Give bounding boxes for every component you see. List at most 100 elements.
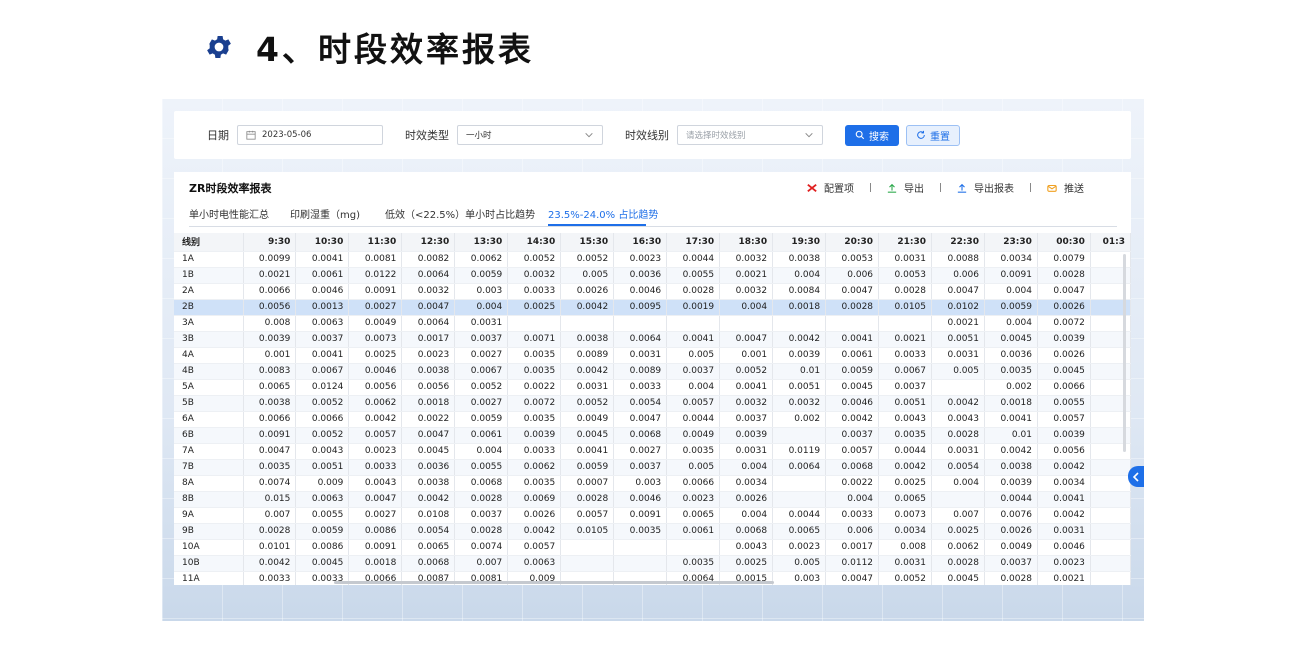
- horizontal-scrollbar[interactable]: [334, 581, 774, 584]
- value-cell: 0.0047: [1037, 283, 1091, 300]
- value-cell: 0.009: [295, 475, 350, 492]
- value-cell: 0.0042: [931, 395, 985, 412]
- value-cell: 0.0027: [454, 395, 509, 412]
- table-row[interactable]: 10A 0.0101 0.0086 0.0091 0.0065 0.0074 0.0057 0…: [174, 539, 1131, 556]
- refresh-icon: [917, 130, 925, 139]
- column-header[interactable]: 20:30: [825, 233, 880, 252]
- table-row[interactable]: 10B 0.0042 0.0045 0.0018 0.0068 0.007 0.0063 0.…: [174, 555, 1131, 572]
- collapse-toggle[interactable]: [1128, 466, 1144, 487]
- column-header[interactable]: 00:30: [1037, 233, 1091, 252]
- vertical-scrollbar[interactable]: [1123, 254, 1126, 452]
- table-row[interactable]: 7B 0.0035 0.0051 0.0033 0.0036 0.0055 0.0062 0.…: [174, 459, 1131, 476]
- value-cell: 0.0045: [560, 427, 615, 444]
- value-cell: 0.0037: [454, 507, 509, 524]
- table-row[interactable]: 4A 0.001 0.0041 0.0025 0.0023 0.0027 0.0035 0.0…: [174, 347, 1131, 364]
- date-picker[interactable]: 2023-05-06: [237, 125, 383, 145]
- table-row[interactable]: 6A 0.0066 0.0066 0.0042 0.0022 0.0059 0.0035 0.…: [174, 411, 1131, 428]
- column-header[interactable]: 18:30: [719, 233, 774, 252]
- export-button[interactable]: 导出: [887, 180, 924, 195]
- column-header[interactable]: 19:30: [772, 233, 827, 252]
- value-cell: [666, 315, 721, 332]
- column-header[interactable]: 线别: [174, 233, 245, 252]
- value-cell: 0.0046: [613, 491, 668, 508]
- value-cell: 0.0051: [295, 459, 350, 476]
- push-button[interactable]: 推送: [1047, 180, 1084, 195]
- value-cell: 0.0046: [1037, 539, 1091, 556]
- value-cell: 0.0031: [1037, 523, 1091, 540]
- value-cell: 0.0028: [878, 283, 932, 300]
- table-row[interactable]: 1A 0.0099 0.0041 0.0081 0.0082 0.0062 0.0052 0.…: [174, 251, 1131, 268]
- table-row[interactable]: 8B 0.015 0.0063 0.0047 0.0042 0.0028 0.0069 0.0…: [174, 491, 1131, 508]
- tab-print-weight[interactable]: 印刷湿重（mg): [290, 206, 360, 221]
- column-header[interactable]: 16:30: [613, 233, 668, 252]
- value-cell: 0.0038: [401, 475, 456, 492]
- value-cell: 0.0068: [825, 459, 880, 476]
- table-row[interactable]: 9A 0.007 0.0055 0.0027 0.0108 0.0037 0.0026 0.0…: [174, 507, 1131, 524]
- value-cell: 0.0047: [613, 411, 668, 428]
- value-cell: 0.0054: [613, 395, 668, 412]
- table-row[interactable]: 4B 0.0083 0.0067 0.0046 0.0038 0.0067 0.0035 0.…: [174, 363, 1131, 380]
- value-cell: [719, 315, 774, 332]
- value-cell: 0.0021: [878, 331, 932, 348]
- column-header[interactable]: 12:30: [401, 233, 456, 252]
- column-header[interactable]: 15:30: [560, 233, 615, 252]
- value-cell: [772, 315, 827, 332]
- value-cell: 0.005: [772, 555, 827, 572]
- column-header[interactable]: 9:30: [243, 233, 297, 252]
- column-header[interactable]: 14:30: [507, 233, 562, 252]
- column-header[interactable]: 01:3: [1090, 233, 1131, 252]
- value-cell: 0.0042: [507, 523, 562, 540]
- value-cell: 0.01: [984, 427, 1038, 444]
- export-report-icon: [957, 183, 967, 193]
- push-icon: [1047, 184, 1057, 192]
- value-cell: 0.0049: [348, 315, 403, 332]
- value-cell: 0.0039: [772, 347, 827, 364]
- value-cell: 0.0086: [348, 523, 403, 540]
- table-row[interactable]: 2B 0.0056 0.0013 0.0027 0.0047 0.004 0.0025 0.0…: [174, 299, 1131, 316]
- reset-button[interactable]: 重置: [906, 124, 960, 146]
- column-header[interactable]: 23:30: [984, 233, 1038, 252]
- tab-low-efficiency-trend[interactable]: 低效（<22.5%）单小时占比趋势: [385, 206, 535, 221]
- table-row[interactable]: 3B 0.0039 0.0037 0.0073 0.0017 0.0037 0.0071 0.…: [174, 331, 1131, 348]
- column-header[interactable]: 11:30: [348, 233, 403, 252]
- type-value: 一小时: [466, 131, 492, 141]
- column-header[interactable]: 17:30: [666, 233, 721, 252]
- gear-icon: [207, 36, 231, 58]
- line-cell: 2A: [174, 283, 245, 300]
- value-cell: 0.0033: [507, 443, 562, 460]
- table-row[interactable]: 9B 0.0028 0.0059 0.0086 0.0054 0.0028 0.0042 0.…: [174, 523, 1131, 540]
- column-header[interactable]: 10:30: [295, 233, 350, 252]
- value-cell: 0.0033: [613, 379, 668, 396]
- config-button[interactable]: 配置项: [807, 180, 854, 195]
- table-row[interactable]: 3A 0.008 0.0063 0.0049 0.0064 0.0031 0.0021 0.0…: [174, 315, 1131, 332]
- value-cell: 0.0018: [772, 299, 827, 316]
- table-row[interactable]: 7A 0.0047 0.0043 0.0023 0.0045 0.004 0.0033 0.0…: [174, 443, 1131, 460]
- tab-hourly-performance[interactable]: 单小时电性能汇总: [189, 206, 269, 221]
- value-cell: 0.0057: [507, 539, 562, 556]
- value-cell: 0.0033: [507, 283, 562, 300]
- table-row[interactable]: 1B 0.0021 0.0061 0.0122 0.0064 0.0059 0.0032 0.…: [174, 267, 1131, 284]
- value-cell: 0.005: [931, 363, 985, 380]
- value-cell: [1090, 507, 1131, 524]
- value-cell: 0.0041: [560, 443, 615, 460]
- value-cell: 0.0065: [401, 539, 456, 556]
- line-select[interactable]: 请选择时效线别: [677, 125, 823, 145]
- value-cell: 0.0035: [243, 459, 297, 476]
- column-header[interactable]: 22:30: [931, 233, 985, 252]
- value-cell: 0.0065: [666, 507, 721, 524]
- type-select[interactable]: 一小时: [457, 125, 603, 145]
- value-cell: 0.0112: [825, 555, 880, 572]
- tab-efficiency-range-trend[interactable]: 23.5%-24.0% 占比趋势: [548, 206, 658, 221]
- value-cell: 0.0041: [825, 331, 880, 348]
- table-row[interactable]: 6B 0.0091 0.0052 0.0057 0.0047 0.0061 0.0039 0.…: [174, 427, 1131, 444]
- table-row[interactable]: 8A 0.0074 0.009 0.0043 0.0038 0.0068 0.0035 0.0…: [174, 475, 1131, 492]
- search-button[interactable]: 搜索: [845, 124, 899, 146]
- export-report-button[interactable]: 导出报表: [957, 180, 1014, 195]
- table-row[interactable]: 5B 0.0038 0.0052 0.0062 0.0018 0.0027 0.0072 0.…: [174, 395, 1131, 412]
- report-title: ZR时段效率报表: [189, 182, 272, 195]
- table-row[interactable]: 2A 0.0066 0.0046 0.0091 0.0032 0.003 0.0033 0.0…: [174, 283, 1131, 300]
- table-row[interactable]: 5A 0.0065 0.0124 0.0056 0.0056 0.0052 0.0022 0.…: [174, 379, 1131, 396]
- column-header[interactable]: 21:30: [878, 233, 932, 252]
- value-cell: 0.008: [243, 315, 297, 332]
- column-header[interactable]: 13:30: [454, 233, 509, 252]
